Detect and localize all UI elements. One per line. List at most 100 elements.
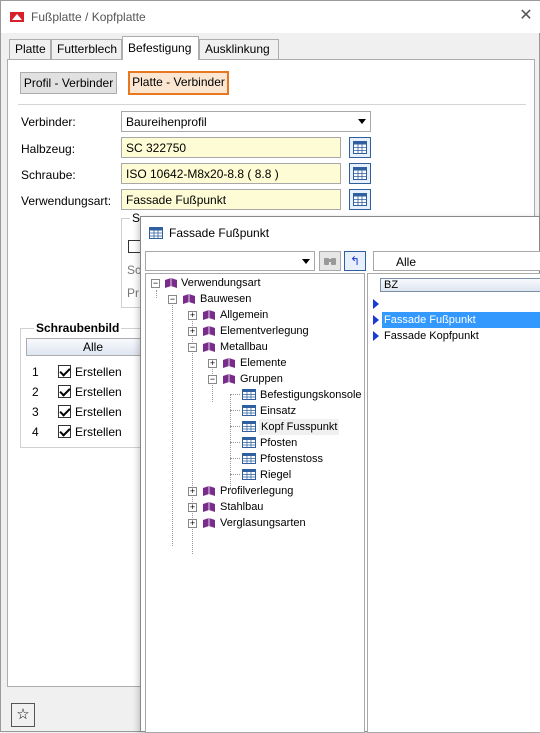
- tree-node[interactable]: Metallbau: [220, 339, 268, 355]
- tab-label: Futterblech: [57, 42, 118, 56]
- column-header-bz[interactable]: BZ: [380, 278, 540, 292]
- row-arrow-icon: [373, 331, 379, 341]
- tree-node[interactable]: Elemente: [240, 355, 286, 371]
- collapse-icon[interactable]: −: [208, 375, 217, 384]
- list-filter-value: Alle: [396, 255, 417, 269]
- tree-node[interactable]: Riegel: [260, 467, 291, 483]
- erstellen-checkbox[interactable]: [58, 425, 71, 438]
- separator: [18, 104, 526, 105]
- tree-node[interactable]: Gruppen: [240, 371, 283, 387]
- schraube-field[interactable]: ISO 10642-M8x20-8.8 ( 8.8 ): [121, 163, 341, 184]
- table-icon: [353, 167, 367, 180]
- list-row[interactable]: Fassade Kopfpunkt: [382, 328, 479, 344]
- list-filter-field[interactable]: Alle: [373, 251, 540, 271]
- expand-icon[interactable]: +: [188, 519, 197, 528]
- book-icon: [203, 486, 215, 496]
- tab-label: Ausklinkung: [205, 42, 270, 56]
- erstellen-checkbox[interactable]: [58, 365, 71, 378]
- verwendungsart-label: Verwendungsart:: [21, 194, 112, 208]
- verbinder-value: Baureihenprofil: [126, 115, 207, 129]
- tab-label: Platte: [15, 42, 46, 56]
- schraube-table-button[interactable]: [349, 163, 371, 184]
- erstellen-label: Erstellen: [75, 405, 122, 419]
- chevron-down-icon: [358, 119, 366, 124]
- tree-node-selected[interactable]: Kopf Fusspunkt: [259, 419, 340, 435]
- expand-icon[interactable]: +: [188, 311, 197, 320]
- tree-node[interactable]: Pfostenstoss: [260, 451, 323, 467]
- platte-verbinder-button[interactable]: Platte - Verbinder: [128, 71, 229, 95]
- window-title: Fußplatte / Kopfplatte: [31, 10, 146, 24]
- expand-icon[interactable]: +: [188, 487, 197, 496]
- row-number: 2: [32, 385, 39, 399]
- book-icon: [203, 310, 215, 320]
- profil-verbinder-button[interactable]: Profil - Verbinder: [20, 72, 117, 94]
- erstellen-label: Erstellen: [75, 425, 122, 439]
- book-icon: [183, 294, 195, 304]
- up-level-icon[interactable]: ↰: [344, 251, 366, 271]
- tree-node[interactable]: Bauwesen: [200, 291, 251, 307]
- tree-node[interactable]: Stahlbau: [220, 499, 263, 515]
- table-icon: [242, 389, 256, 400]
- row-number: 3: [32, 405, 39, 419]
- table-icon: [242, 421, 256, 432]
- verbinder-select[interactable]: Baureihenprofil: [121, 111, 371, 132]
- tree-node[interactable]: Profilverlegung: [220, 483, 293, 499]
- tab-ausklinkung[interactable]: Ausklinkung: [199, 39, 279, 59]
- table-icon: [353, 141, 367, 154]
- row-number: 4: [32, 425, 39, 439]
- table-icon: [242, 405, 256, 416]
- list-row-selected[interactable]: Fassade Fußpunkt: [382, 312, 540, 328]
- tree-node[interactable]: Einsatz: [260, 403, 296, 419]
- tab-futterblech[interactable]: Futterblech: [51, 39, 122, 59]
- table-icon: [242, 437, 256, 448]
- result-list[interactable]: BZ Fassade Fußpunkt Fassade Kopfpunkt: [367, 273, 540, 733]
- halbzeug-label: Halbzeug:: [21, 142, 76, 156]
- expand-icon[interactable]: +: [188, 327, 197, 336]
- erstellen-checkbox[interactable]: [58, 385, 71, 398]
- erstellen-label: Erstellen: [75, 385, 122, 399]
- close-icon[interactable]: ✕: [517, 7, 535, 25]
- halbzeug-table-button[interactable]: [349, 137, 371, 158]
- star-icon[interactable]: ☆: [11, 703, 35, 727]
- book-icon: [203, 502, 215, 512]
- hidden-label-1: Sc: [127, 263, 142, 277]
- expand-icon[interactable]: +: [208, 359, 217, 368]
- halbzeug-field[interactable]: SC 322750: [121, 137, 341, 158]
- collapse-icon[interactable]: −: [188, 343, 197, 352]
- table-icon: [353, 193, 367, 206]
- verwendungsart-popup: Fassade Fußpunkt ↰ Alle − Verwendungsart…: [140, 216, 540, 733]
- category-tree[interactable]: − Verwendungsart − Bauwesen + Allgemein …: [145, 273, 365, 733]
- tab-platte[interactable]: Platte: [9, 39, 51, 59]
- tree-node[interactable]: Elementverlegung: [220, 323, 309, 339]
- binoculars-icon[interactable]: [319, 251, 341, 271]
- tree-node[interactable]: Verglasungsarten: [220, 515, 306, 531]
- tree-node[interactable]: Verwendungsart: [181, 275, 261, 291]
- verbinder-label: Verbinder:: [21, 115, 76, 129]
- collapse-icon[interactable]: −: [168, 295, 177, 304]
- verwendungsart-table-button[interactable]: [349, 189, 371, 210]
- erstellen-label: Erstellen: [75, 365, 122, 379]
- chevron-down-icon: [302, 259, 310, 264]
- title-bar: Fußplatte / Kopfplatte ✕: [1, 1, 540, 33]
- book-icon: [203, 342, 215, 352]
- tree-node[interactable]: Allgemein: [220, 307, 268, 323]
- expand-icon[interactable]: +: [188, 503, 197, 512]
- tree-filter-select[interactable]: [145, 251, 315, 271]
- row-arrow-icon: [373, 315, 379, 325]
- book-icon: [203, 326, 215, 336]
- collapse-icon[interactable]: −: [151, 279, 160, 288]
- tree-node[interactable]: Pfosten: [260, 435, 297, 451]
- table-icon: [242, 469, 256, 480]
- table-icon: [149, 227, 163, 239]
- table-icon: [242, 453, 256, 464]
- popup-title: Fassade Fußpunkt: [169, 226, 270, 240]
- schraube-label: Schraube:: [21, 168, 76, 182]
- book-icon: [223, 358, 235, 368]
- tree-node[interactable]: Befestigungskonsole: [260, 387, 362, 403]
- verwendungsart-field[interactable]: Fassade Fußpunkt: [121, 189, 341, 210]
- schraubenbild-title: Schraubenbild: [34, 321, 122, 335]
- tab-befestigung[interactable]: Befestigung: [122, 36, 199, 60]
- row-number: 1: [32, 365, 39, 379]
- erstellen-checkbox[interactable]: [58, 405, 71, 418]
- book-icon: [203, 518, 215, 528]
